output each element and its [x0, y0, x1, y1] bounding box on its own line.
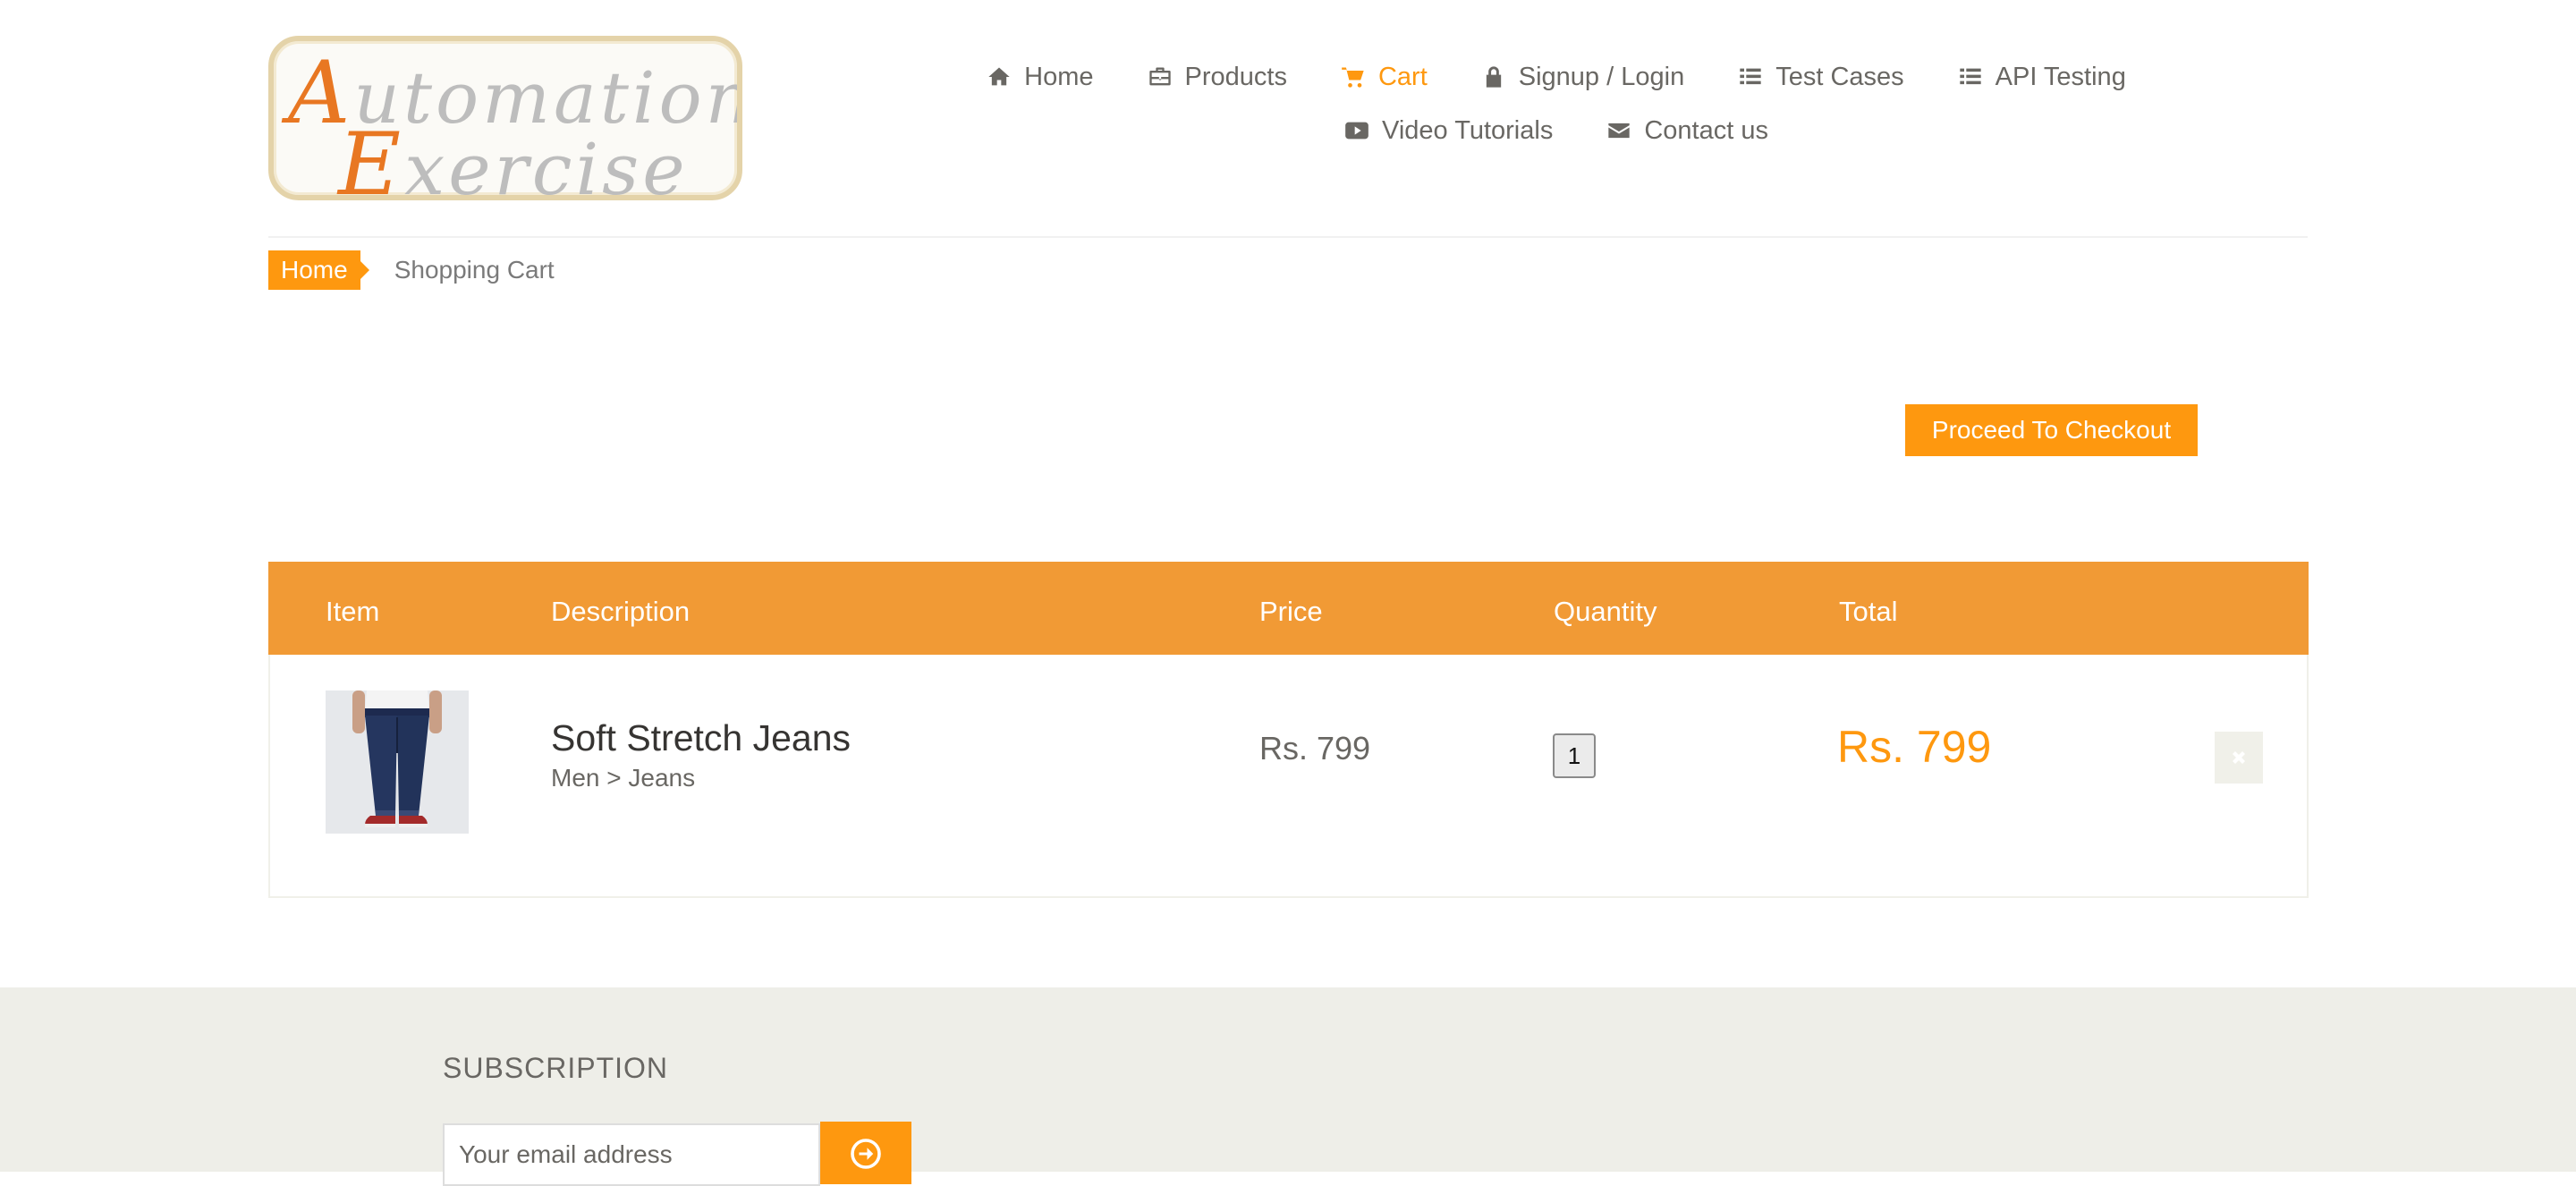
- footer: SUBSCRIPTION: [0, 987, 2576, 1186]
- breadcrumb-home[interactable]: Home: [268, 250, 369, 290]
- jeans-product-image[interactable]: [326, 690, 469, 834]
- breadcrumb: Home Shopping Cart: [268, 250, 555, 290]
- product-quantity[interactable]: 1: [1553, 733, 1596, 778]
- lock-icon: [1486, 66, 1501, 88]
- product-total: Rs. 799: [1837, 722, 1992, 772]
- nav-item-api-testing[interactable]: API Testing: [1958, 63, 2126, 92]
- envelope-icon: [1608, 123, 1630, 139]
- nav-item-cart[interactable]: Cart: [1341, 63, 1428, 92]
- header-divider: [268, 236, 2308, 238]
- nav-row-2: Video Tutorials Contact us: [966, 104, 2147, 157]
- delete-item-button[interactable]: [2215, 732, 2263, 784]
- nav-item-test-cases[interactable]: Test Cases: [1738, 62, 1904, 92]
- column-header-quantity: Quantity: [1554, 596, 1657, 627]
- logo-text-exercise: xercise: [404, 128, 689, 200]
- nav-item-label: Products: [1184, 62, 1287, 91]
- nav-item-label: Home: [1024, 62, 1094, 91]
- nav-item-products[interactable]: Products: [1148, 63, 1287, 92]
- list-icon: [1740, 68, 1761, 85]
- subscribe-button[interactable]: [820, 1122, 911, 1184]
- nav-item-label: API Testing: [1995, 62, 2126, 91]
- main-nav: Home Products Cart Signup / Login Test C…: [966, 50, 2147, 157]
- home-icon: [988, 67, 1010, 86]
- site-logo[interactable]: Automation Exercise: [268, 36, 742, 200]
- youtube-play-icon: [1345, 122, 1368, 140]
- logo-letter-e: E: [338, 114, 405, 200]
- cart-icon: [1342, 67, 1364, 88]
- product-price: Rs. 799: [1259, 730, 1371, 767]
- subscription-title: SUBSCRIPTION: [443, 1052, 669, 1084]
- nav-item-video-tutorials[interactable]: Video Tutorials: [1344, 116, 1553, 146]
- nav-item-label: Video Tutorials: [1382, 115, 1554, 145]
- nav-item-label: Test Cases: [1775, 62, 1904, 91]
- product-category: Men > Jeans: [551, 764, 696, 792]
- cart-table: Item Description Price Quantity Total So…: [268, 562, 2309, 898]
- subscription-email-input[interactable]: [443, 1123, 820, 1186]
- jeans-illustration: [326, 690, 469, 834]
- nav-item-signup-login[interactable]: Signup / Login: [1481, 63, 1684, 92]
- list-icon: [1959, 68, 1981, 85]
- nav-item-label: Cart: [1377, 62, 1428, 91]
- nav-item-label: Contact us: [1644, 115, 1768, 145]
- column-header-description: Description: [551, 596, 691, 627]
- proceed-to-checkout-button[interactable]: Proceed To Checkout: [1905, 404, 2198, 456]
- column-header-price: Price: [1259, 596, 1323, 627]
- briefcase-icon: [1148, 67, 1171, 86]
- close-icon: [2233, 751, 2245, 764]
- column-header-total: Total: [1839, 596, 1898, 627]
- breadcrumb-current: Shopping Cart: [394, 256, 555, 284]
- nav-item-label: Signup / Login: [1518, 62, 1685, 91]
- nav-item-home[interactable]: Home: [987, 62, 1094, 92]
- nav-item-contact-us[interactable]: Contact us: [1606, 116, 1768, 146]
- product-name[interactable]: Soft Stretch Jeans: [551, 717, 851, 759]
- column-header-item: Item: [326, 596, 380, 627]
- arrow-circle-right-icon: [851, 1139, 881, 1169]
- nav-row-1: Home Products Cart Signup / Login Test C…: [966, 50, 2147, 104]
